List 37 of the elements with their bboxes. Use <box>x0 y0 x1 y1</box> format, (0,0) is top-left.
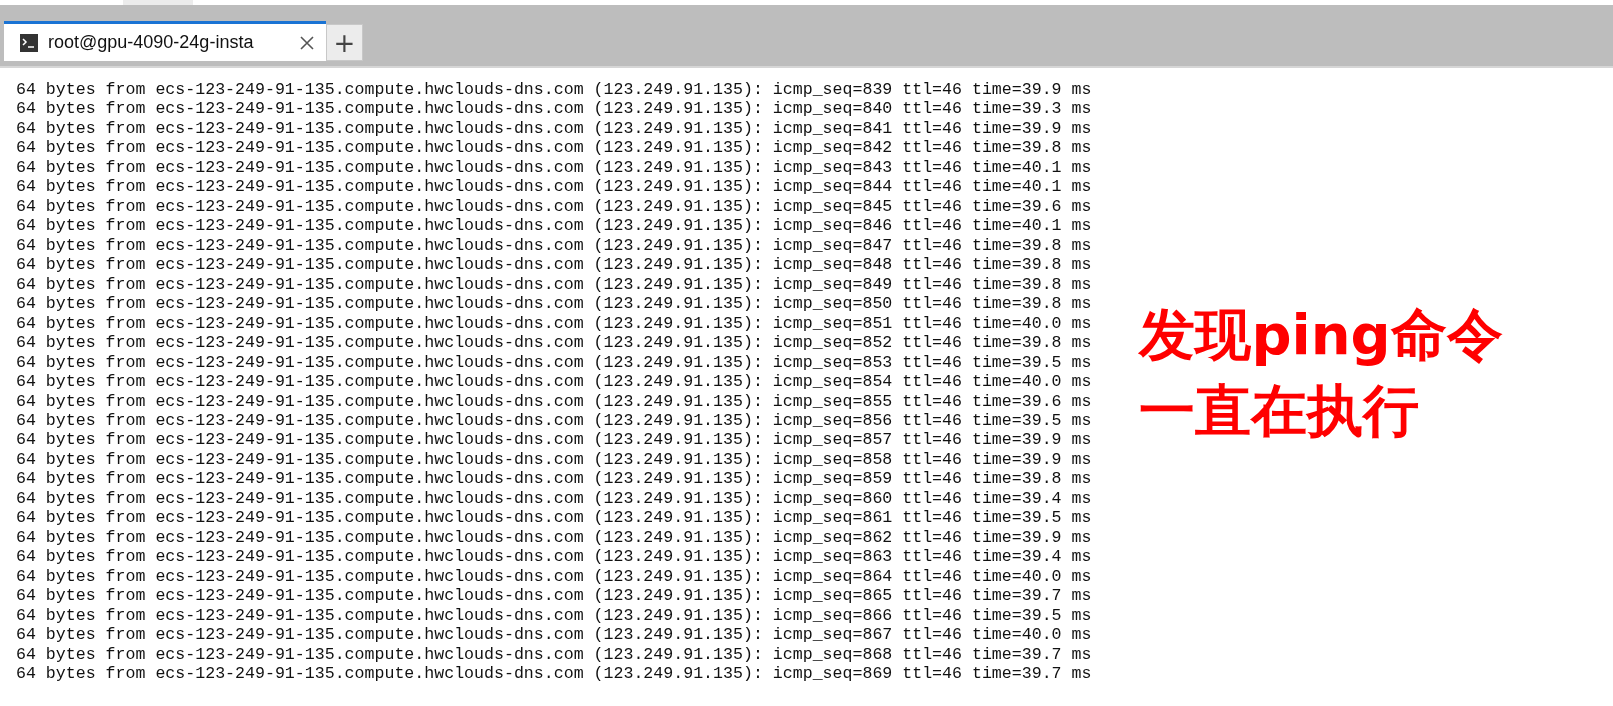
terminal-output-line: 64 bytes from ecs-123-249-91-135.compute.hwclouds-dns.com (123.249.91.135): icmp_seq=840 ttl=46 time=39.3 ms <box>16 99 1092 119</box>
terminal-output-line: 64 bytes from ecs-123-249-91-135.compute.hwclouds-dns.com (123.249.91.135): icmp_seq=865 ttl=46 time=39.7 ms <box>16 586 1092 606</box>
terminal-output-line: 64 bytes from ecs-123-249-91-135.compute.hwclouds-dns.com (123.249.91.135): icmp_seq=854 ttl=46 time=40.0 ms <box>16 372 1092 392</box>
terminal-output-line: 64 bytes from ecs-123-249-91-135.compute.hwclouds-dns.com (123.249.91.135): icmp_seq=839 ttl=46 time=39.9 ms <box>16 80 1092 100</box>
terminal-output-line: 64 bytes from ecs-123-249-91-135.compute.hwclouds-dns.com (123.249.91.135): icmp_seq=849 ttl=46 time=39.8 ms <box>16 274 1092 295</box>
terminal-output-line: 64 bytes from ecs-123-249-91-135.compute.hwclouds-dns.com (123.249.91.135): icmp_seq=862 ttl=46 time=39.9 ms <box>16 527 1092 548</box>
terminal-output-line: 64 bytes from ecs-123-249-91-135.compute.hwclouds-dns.com (123.249.91.135): icmp_seq=842 ttl=46 time=39.8 ms <box>16 138 1092 158</box>
terminal-output-line: 64 bytes from ecs-123-249-91-135.compute.hwclouds-dns.com (123.249.91.135): icmp_seq=869 ttl=46 time=39.7 ms <box>16 664 1092 684</box>
terminal-output-line: 64 bytes from ecs-123-249-91-135.compute.hwclouds-dns.com (123.249.91.135): icmp_seq=843 ttl=46 time=40.1 ms <box>16 157 1092 178</box>
terminal-output-line: 64 bytes from ecs-123-249-91-135.compute.hwclouds-dns.com (123.249.91.135): icmp_seq=866 ttl=46 time=39.5 ms <box>16 605 1092 626</box>
terminal-output-line: 64 bytes from ecs-123-249-91-135.compute.hwclouds-dns.com (123.249.91.135): icmp_seq=857 ttl=46 time=39.9 ms <box>16 430 1092 450</box>
terminal-output-line: 64 bytes from ecs-123-249-91-135.compute.hwclouds-dns.com (123.249.91.135): icmp_seq=855 ttl=46 time=39.6 ms <box>16 391 1092 411</box>
terminal-output-line: 64 bytes from ecs-123-249-91-135.compute.hwclouds-dns.com (123.249.91.135): icmp_seq=846 ttl=46 time=40.1 ms <box>16 216 1092 236</box>
annotation-text: 发现ping命令 <box>1139 301 1503 369</box>
annotation-text: 一直在执行 <box>1139 377 1421 445</box>
terminal-output-line: 64 bytes from ecs-123-249-91-135.compute.hwclouds-dns.com (123.249.91.135): icmp_seq=863 ttl=46 time=39.4 ms <box>16 547 1092 567</box>
terminal-output-line: 64 bytes from ecs-123-249-91-135.compute.hwclouds-dns.com (123.249.91.135): icmp_seq=852 ttl=46 time=39.8 ms <box>16 333 1092 353</box>
terminal-output-line: 64 bytes from ecs-123-249-91-135.compute.hwclouds-dns.com (123.249.91.135): icmp_seq=860 ttl=46 time=39.4 ms <box>16 488 1092 509</box>
terminal-output-line: 64 bytes from ecs-123-249-91-135.compute.hwclouds-dns.com (123.249.91.135): icmp_seq=868 ttl=46 time=39.7 ms <box>16 644 1092 665</box>
terminal-output-line: 64 bytes from ecs-123-249-91-135.compute.hwclouds-dns.com (123.249.91.135): icmp_seq=853 ttl=46 time=39.5 ms <box>16 352 1092 373</box>
terminal-tab[interactable]: root@gpu-4090-24g-insta <box>4 21 326 61</box>
terminal-output-line: 64 bytes from ecs-123-249-91-135.compute.hwclouds-dns.com (123.249.91.135): icmp_seq=845 ttl=46 time=39.6 ms <box>16 196 1092 217</box>
terminal-output-line: 64 bytes from ecs-123-249-91-135.compute.hwclouds-dns.com (123.249.91.135): icmp_seq=867 ttl=46 time=40.0 ms <box>16 625 1092 645</box>
terminal-output-line: 64 bytes from ecs-123-249-91-135.compute.hwclouds-dns.com (123.249.91.135): icmp_seq=856 ttl=46 time=39.5 ms <box>16 410 1092 431</box>
close-icon[interactable] <box>300 35 314 50</box>
terminal-output-line: 64 bytes from ecs-123-249-91-135.compute.hwclouds-dns.com (123.249.91.135): icmp_seq=841 ttl=46 time=39.9 ms <box>16 118 1092 139</box>
terminal-output-line: 64 bytes from ecs-123-249-91-135.compute.hwclouds-dns.com (123.249.91.135): icmp_seq=844 ttl=46 time=40.1 ms <box>16 177 1092 197</box>
terminal-icon <box>20 33 38 52</box>
terminal-output-line: 64 bytes from ecs-123-249-91-135.compute.hwclouds-dns.com (123.249.91.135): icmp_seq=861 ttl=46 time=39.5 ms <box>16 508 1092 528</box>
terminal-output-line: 64 bytes from ecs-123-249-91-135.compute.hwclouds-dns.com (123.249.91.135): icmp_seq=851 ttl=46 time=40.0 ms <box>16 313 1092 334</box>
terminal-output-line: 64 bytes from ecs-123-249-91-135.compute.hwclouds-dns.com (123.249.91.135): icmp_seq=848 ttl=46 time=39.8 ms <box>16 255 1092 275</box>
terminal-output-line: 64 bytes from ecs-123-249-91-135.compute.hwclouds-dns.com (123.249.91.135): icmp_seq=850 ttl=46 time=39.8 ms <box>16 294 1092 314</box>
terminal-output-line: 64 bytes from ecs-123-249-91-135.compute.hwclouds-dns.com (123.249.91.135): icmp_seq=858 ttl=46 time=39.9 ms <box>16 449 1092 470</box>
new-tab-button[interactable]: + <box>326 24 363 61</box>
terminal-output-line: 64 bytes from ecs-123-249-91-135.compute.hwclouds-dns.com (123.249.91.135): icmp_seq=847 ttl=46 time=39.8 ms <box>16 235 1092 256</box>
terminal-output-line: 64 bytes from ecs-123-249-91-135.compute.hwclouds-dns.com (123.249.91.135): icmp_seq=864 ttl=46 time=40.0 ms <box>16 566 1092 587</box>
terminal-output-line: 64 bytes from ecs-123-249-91-135.compute.hwclouds-dns.com (123.249.91.135): icmp_seq=859 ttl=46 time=39.8 ms <box>16 469 1092 489</box>
